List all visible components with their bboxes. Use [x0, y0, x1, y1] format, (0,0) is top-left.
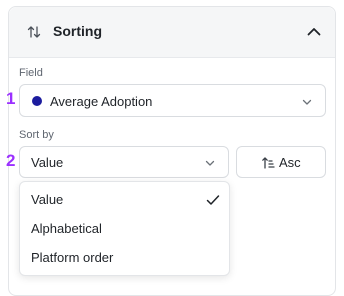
- dropdown-option-alphabetical[interactable]: Alphabetical: [20, 214, 229, 243]
- chevron-down-icon: [302, 99, 312, 105]
- dropdown-option-platform-order[interactable]: Platform order: [20, 243, 229, 272]
- sort-ascending-icon: [262, 157, 275, 169]
- field-select-value: Average Adoption: [50, 94, 153, 109]
- sort-by-select-value: Value: [31, 155, 64, 170]
- sort-by-label: Sort by: [19, 129, 54, 141]
- sort-by-dropdown-menu: Value Alphabetical Platform order: [19, 181, 230, 276]
- chevron-up-icon[interactable]: [305, 23, 323, 41]
- sort-by-select[interactable]: Value: [19, 146, 229, 178]
- sort-arrows-icon: [27, 26, 41, 38]
- panel-title: Sorting: [53, 23, 102, 39]
- sort-direction-button[interactable]: Asc: [236, 146, 326, 178]
- sorting-header[interactable]: Sorting: [9, 7, 335, 58]
- annotation-marker-1: 1: [6, 89, 16, 108]
- dropdown-option-label: Platform order: [31, 250, 114, 265]
- field-select[interactable]: Average Adoption: [19, 84, 326, 117]
- series-color-dot: [32, 96, 42, 106]
- dropdown-option-label: Alphabetical: [31, 221, 102, 236]
- dropdown-option-label: Value: [31, 192, 64, 207]
- sort-direction-label: Asc: [279, 155, 301, 170]
- checkmark-icon: [206, 195, 220, 205]
- annotation-marker-2: 2: [6, 151, 16, 170]
- chevron-down-icon: [205, 160, 215, 166]
- dropdown-option-value[interactable]: Value: [20, 185, 229, 214]
- field-label: Field: [19, 67, 43, 79]
